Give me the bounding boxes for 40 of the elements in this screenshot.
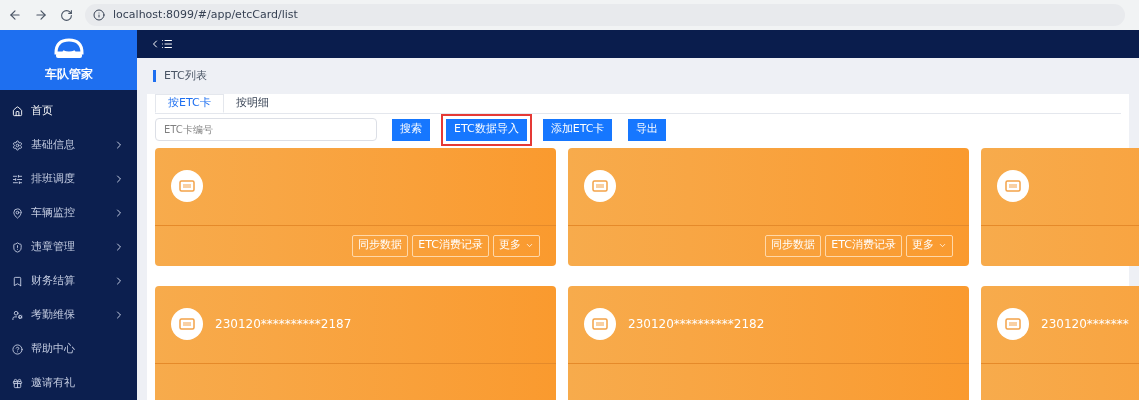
sidebar-item[interactable]: 邀请有礼 xyxy=(0,366,137,400)
map-pin-icon xyxy=(12,207,23,219)
bookmark-icon xyxy=(12,275,23,287)
logo-text: 车队管家 xyxy=(44,66,93,83)
etc-card-icon xyxy=(171,170,203,202)
gear-icon xyxy=(12,139,23,151)
etc-card-icon xyxy=(171,308,203,340)
card-number: 230120**********2187 xyxy=(215,316,352,333)
sidebar-item[interactable]: 考勤维保 xyxy=(0,298,137,332)
back-icon[interactable] xyxy=(8,8,22,22)
home-icon xyxy=(12,105,23,117)
sidebar-item[interactable]: 排班调度 xyxy=(0,162,137,196)
toolbar-button[interactable]: ETC数据导入 xyxy=(441,113,532,146)
address-bar[interactable]: localhost:8099/#/app/etcCard/list xyxy=(85,4,1125,26)
card-number: 230120**********2182 xyxy=(628,316,765,333)
reload-icon[interactable] xyxy=(60,8,73,22)
sidebar-item[interactable]: 基础信息 xyxy=(0,128,137,162)
etc-card-icon xyxy=(584,170,616,202)
help-icon xyxy=(12,343,23,355)
shield-icon xyxy=(12,241,23,253)
caret-icon xyxy=(938,241,947,250)
user-gear-icon xyxy=(12,309,23,321)
sidebar-item[interactable]: 违章管理 xyxy=(0,230,137,264)
caret-icon xyxy=(525,241,534,250)
page-title: ETC列表 xyxy=(164,67,207,84)
forward-icon[interactable] xyxy=(34,8,48,22)
gift-icon xyxy=(12,377,23,389)
etc-card-icon xyxy=(997,170,1029,202)
sliders-icon xyxy=(12,173,23,185)
search-field[interactable]: ETC卡编号 xyxy=(155,118,377,141)
sidebar-item[interactable]: 财务结算 xyxy=(0,264,137,298)
sidebar-item[interactable]: 车辆监控 xyxy=(0,196,137,230)
sidebar-item[interactable]: 帮助中心 xyxy=(0,332,137,366)
etc-card-icon xyxy=(997,308,1029,340)
sidebar-item[interactable]: 首页 xyxy=(0,94,137,128)
tab[interactable]: 按ETC卡 xyxy=(155,94,224,113)
info-icon xyxy=(93,9,105,21)
card-number: 230120******* xyxy=(1041,316,1129,333)
etc-card-icon xyxy=(584,308,616,340)
tab[interactable]: 按明细 xyxy=(223,94,281,113)
